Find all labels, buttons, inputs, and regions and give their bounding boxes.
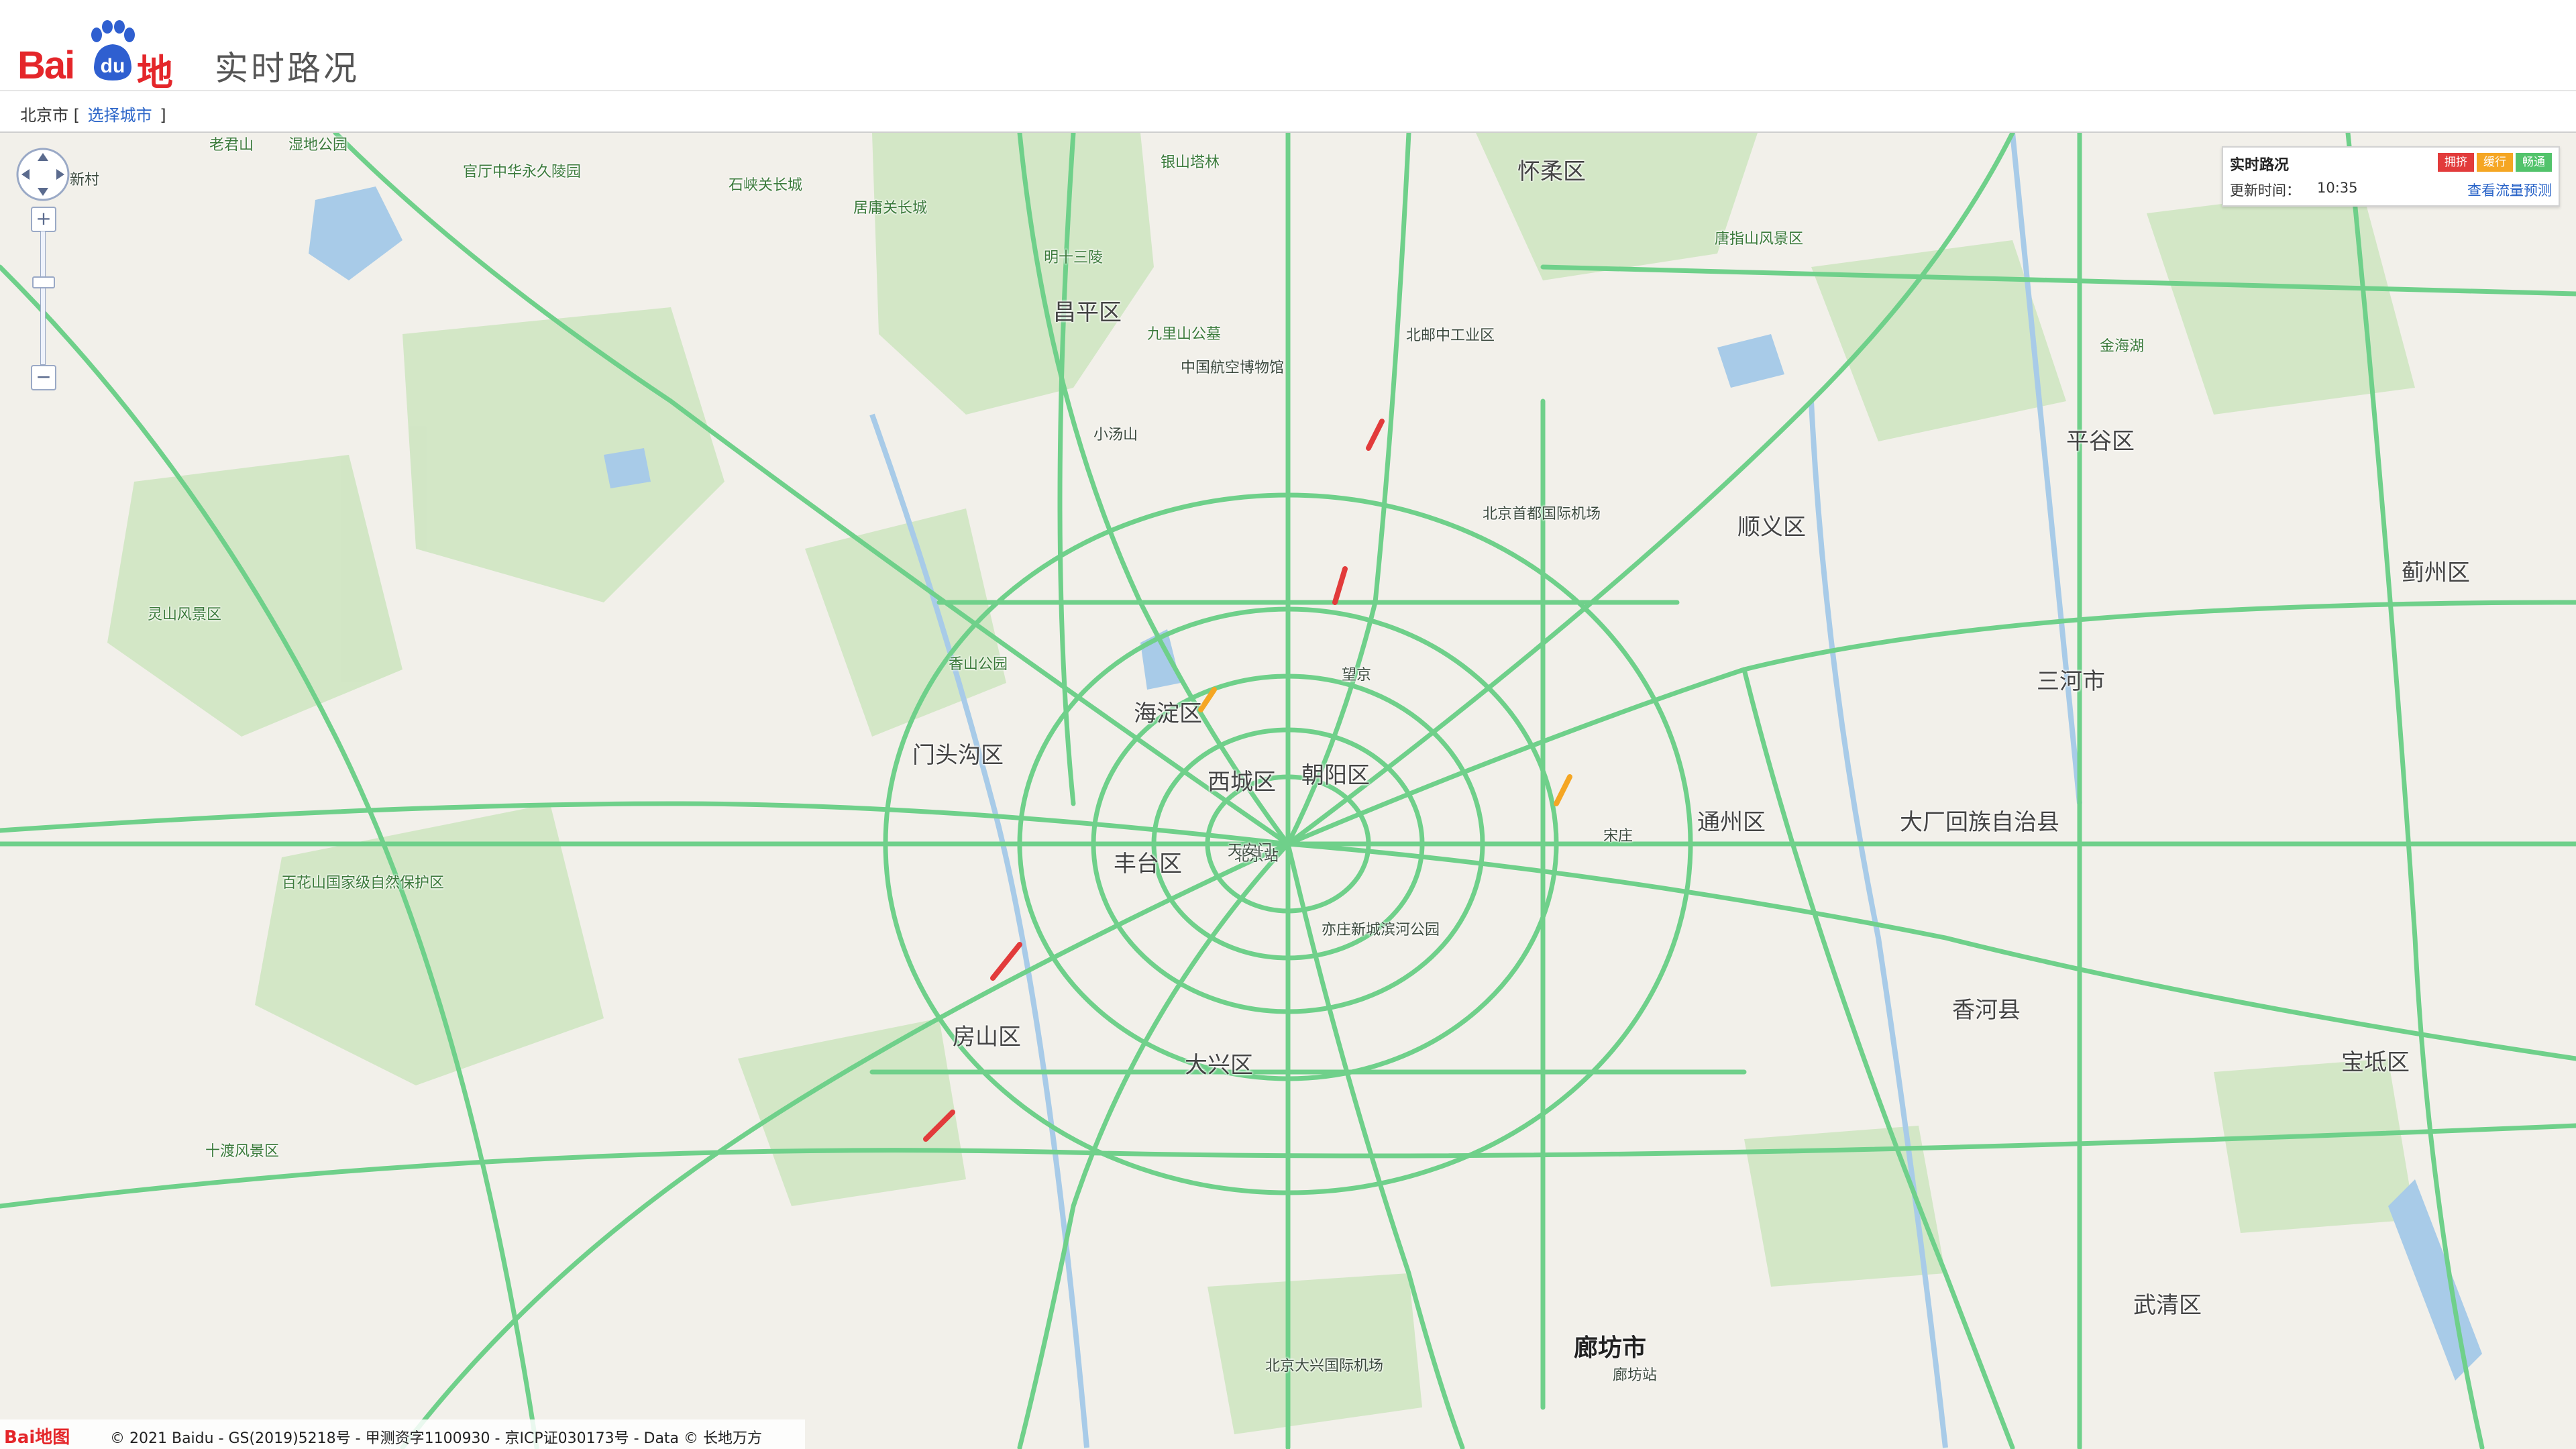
- legend-slow: 缓行: [2477, 153, 2513, 172]
- map-label: 小汤山: [1093, 427, 1138, 443]
- map-basemap: [0, 133, 2576, 1449]
- copyright-text: © 2021 Baidu - GS(2019)5218号 - 甲测资字11009…: [110, 1430, 763, 1447]
- city-bar: 北京市 [ 选择城市 ]: [0, 91, 2576, 133]
- zoom-out-button[interactable]: −: [31, 365, 56, 390]
- map-label: 大兴区: [1185, 1052, 1253, 1079]
- map-label: 平谷区: [2066, 428, 2135, 455]
- map-label: 官厅中华永久陵园: [463, 164, 582, 180]
- map-label: 明十三陵: [1044, 250, 1104, 266]
- map-label: 居庸关长城: [853, 200, 928, 217]
- map-label: 西城区: [1208, 769, 1276, 796]
- map-label: 门头沟区: [912, 742, 1004, 769]
- map-label: 北邮中工业区: [1406, 327, 1495, 344]
- map-label: 湿地公园: [288, 137, 348, 154]
- legend-clear: 畅通: [2516, 153, 2552, 172]
- map-label: 亦庄新城滨河公园: [1322, 922, 1440, 938]
- map-label: 百花山国家级自然保护区: [282, 875, 445, 892]
- map-label: 银山塔林: [1161, 154, 1220, 171]
- zoom-slider-track[interactable]: [40, 231, 46, 365]
- zoom-in-button[interactable]: +: [31, 207, 56, 232]
- map-label: 蓟州区: [2402, 559, 2470, 586]
- legend-congested: 拥挤: [2438, 153, 2474, 172]
- update-time-label: 更新时间：: [2230, 182, 2300, 199]
- pan-control[interactable]: [15, 146, 71, 203]
- map-label: 北京大兴国际机场: [1265, 1358, 1384, 1375]
- footer-logo[interactable]: Bai地图: [4, 1424, 70, 1448]
- map-label: 海淀区: [1134, 700, 1202, 727]
- update-time-value: 10:35: [2317, 180, 2358, 196]
- map-label: 天安门: [1228, 843, 1273, 859]
- map-label: 唐指山风景区: [1715, 231, 1804, 248]
- traffic-legend: 拥挤 缓行 畅通: [2435, 153, 2552, 172]
- map-label: 北京首都国际机场: [1483, 506, 1601, 523]
- map-label: 灵山风景区: [148, 606, 222, 623]
- map-label: 九里山公墓: [1147, 326, 1222, 343]
- traffic-forecast-link[interactable]: 查看流量预测: [2467, 180, 2552, 200]
- map-label: 怀柔区: [1517, 158, 1586, 185]
- map-label: 三河市: [2037, 668, 2105, 695]
- paw-icon: du: [91, 20, 135, 80]
- close-bracket: ]: [160, 106, 166, 125]
- page-title: 实时路况: [215, 49, 360, 88]
- traffic-panel-title: 实时路况: [2230, 157, 2290, 174]
- logo-du-text: du: [101, 55, 125, 77]
- map-label: 廊坊站: [1613, 1367, 1658, 1384]
- select-city-link[interactable]: 选择城市: [88, 106, 152, 125]
- header: Bai du 地图 实时路况: [0, 0, 2576, 147]
- map-label: 宋庄: [1603, 828, 1633, 845]
- traffic-info-panel: 实时路况 拥挤 缓行 畅通 更新时间： 10:35 查看流量预测: [2222, 146, 2560, 207]
- map-canvas[interactable]: 老君山 湿地公园 沙岭新村 官厅中华永久陵园 石峡关长城 居庸关长城 银山塔林 …: [0, 133, 2576, 1449]
- map-label: 宝坻区: [2341, 1049, 2410, 1076]
- map-label: 香河县: [1952, 997, 2021, 1024]
- map-label: 丰台区: [1114, 851, 1182, 877]
- map-footer: Bai地图 © 2021 Baidu - GS(2019)5218号 - 甲测资…: [0, 1419, 805, 1449]
- open-bracket: [: [73, 106, 80, 125]
- map-label: 房山区: [953, 1024, 1021, 1051]
- map-label: 金海湖: [2100, 338, 2145, 355]
- map-label: 武清区: [2133, 1292, 2202, 1319]
- map-label: 朝阳区: [1301, 762, 1370, 789]
- map-label: 廊坊市: [1574, 1334, 1647, 1362]
- map-label: 中国航空博物馆: [1181, 360, 1285, 376]
- map-label: 大厂回族自治县: [1900, 809, 2059, 836]
- map-label: 昌平区: [1053, 299, 1122, 326]
- map-label: 顺义区: [1737, 514, 1806, 541]
- footer-logo-text: Bai地图: [4, 1428, 70, 1448]
- map-label: 香山公园: [949, 656, 1008, 673]
- map-label: 望京: [1342, 667, 1372, 684]
- current-city: 北京市: [20, 106, 68, 125]
- map-label: 十渡风景区: [205, 1143, 280, 1160]
- zoom-slider-handle[interactable]: [32, 276, 55, 288]
- logo-bai-text: Bai: [17, 44, 75, 87]
- map-label: 通州区: [1697, 809, 1766, 836]
- map-label: 老君山: [209, 137, 254, 154]
- map-label: 石峡关长城: [729, 177, 803, 194]
